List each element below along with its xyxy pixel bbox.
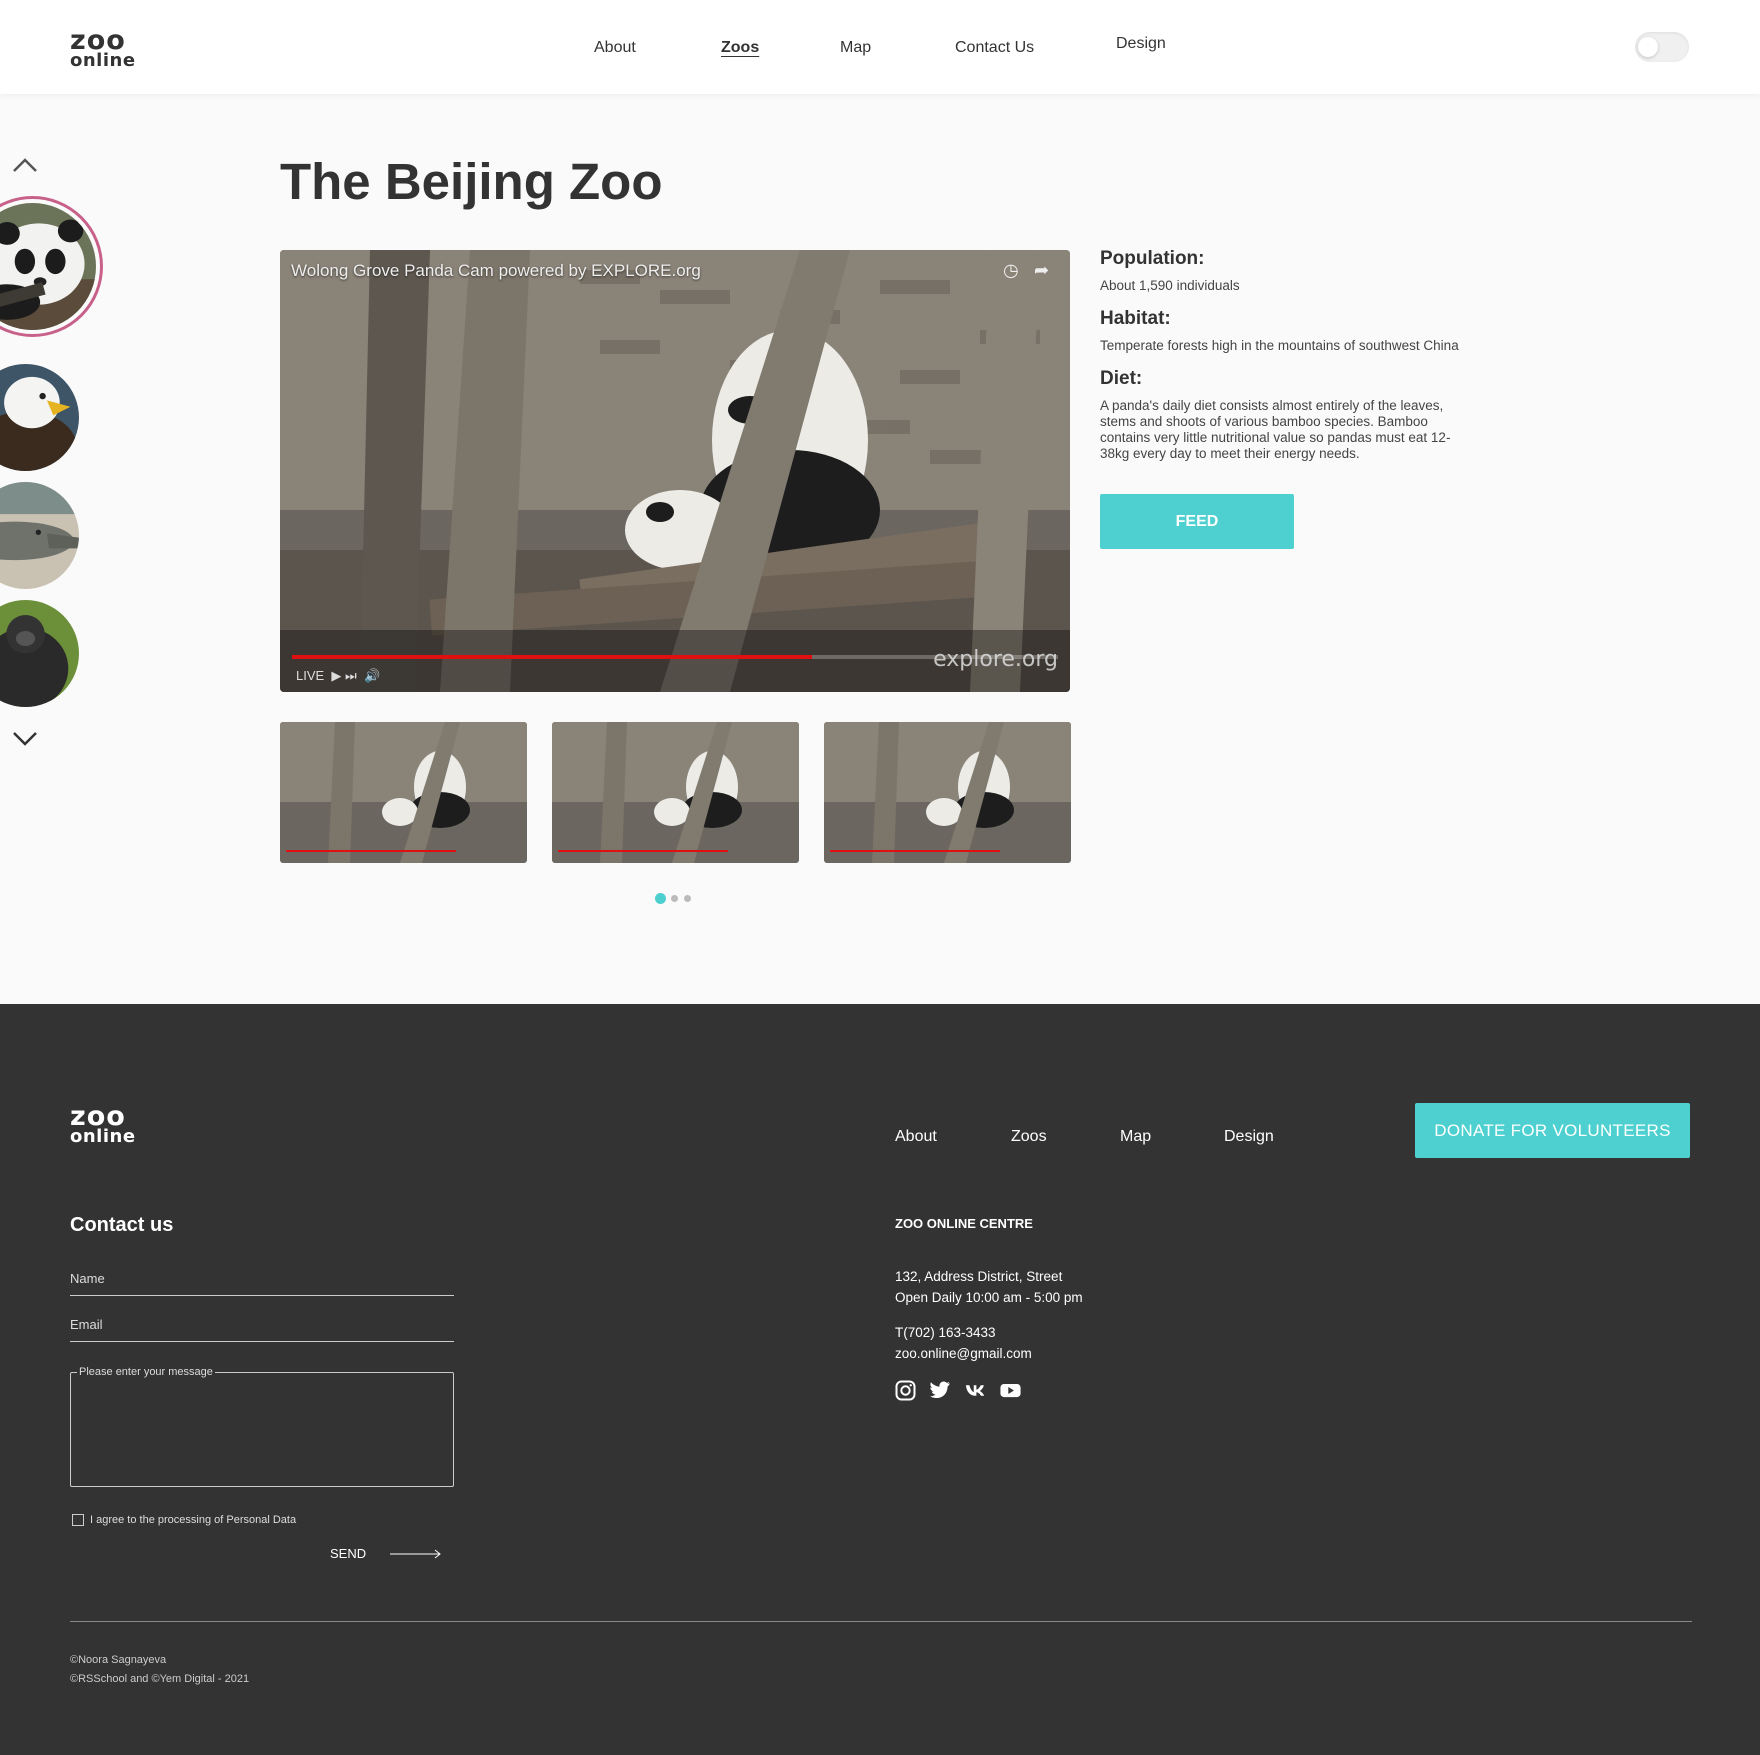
animal-gorilla[interactable] — [0, 600, 79, 707]
animal-eagle[interactable] — [0, 364, 79, 471]
play-icon[interactable]: ▶ ⏭ — [328, 668, 361, 683]
toggle-knob — [1638, 37, 1658, 57]
population-value: About 1,590 individuals — [1100, 278, 1240, 293]
nav-zoos[interactable]: Zoos — [721, 39, 759, 57]
agree-row: I agree to the processing of Personal Da… — [72, 1514, 296, 1526]
footer-nav-map[interactable]: Map — [1120, 1128, 1151, 1146]
share-icon[interactable]: ➦ — [1034, 260, 1049, 281]
video-thumbnail-1[interactable] — [280, 722, 527, 863]
diet-label: Diet: — [1100, 368, 1143, 389]
video-thumbnail-2[interactable] — [552, 722, 799, 863]
live-label: LIVE — [296, 668, 325, 683]
vk-icon[interactable] — [965, 1380, 986, 1401]
population-label: Population: — [1100, 248, 1205, 269]
address-line1: 132, Address District, Street — [895, 1269, 1063, 1284]
copyright-line2: ©RSSchool and ©Yem Digital - 2021 — [70, 1673, 250, 1685]
scroll-up-arrow-icon[interactable] — [12, 157, 38, 173]
carousel-dot-3[interactable] — [684, 895, 691, 902]
video-brand-watermark: explore.org — [933, 647, 1058, 672]
page-title: The Beijing Zoo — [280, 153, 663, 210]
agree-checkbox[interactable] — [72, 1514, 84, 1526]
centre-address: 132, Address District, Street Open Daily… — [895, 1266, 1083, 1308]
animal-alligator[interactable] — [0, 482, 79, 589]
youtube-icon[interactable] — [1000, 1380, 1021, 1401]
watch-later-icon[interactable]: ◷ — [1003, 260, 1019, 281]
arrow-right-icon — [390, 1549, 441, 1558]
contact-title: Contact us — [70, 1214, 174, 1236]
address-line2: Open Daily 10:00 am - 5:00 pm — [895, 1290, 1083, 1305]
carousel-dot-2[interactable] — [671, 895, 678, 902]
centre-contacts: T(702) 163-3433 zoo.online@gmail.com — [895, 1322, 1032, 1364]
footer-divider — [70, 1621, 1692, 1622]
centre-title: ZOO ONLINE CENTRE — [895, 1216, 1033, 1231]
theme-toggle[interactable] — [1635, 32, 1689, 62]
send-button[interactable]: SEND — [330, 1546, 442, 1561]
twitter-icon[interactable] — [930, 1380, 951, 1401]
video-thumbnail-3[interactable] — [824, 722, 1071, 863]
video-progress-bar[interactable] — [292, 655, 812, 659]
copyright-line1: ©Noora Sagnayeva — [70, 1654, 167, 1666]
name-field[interactable]: Name — [70, 1271, 454, 1296]
logo-line2: online — [70, 49, 136, 71]
nav-design[interactable]: Design — [1116, 35, 1166, 53]
animal-panda-selected[interactable] — [0, 196, 103, 337]
donate-button[interactable]: DONATE FOR VOLUNTEERS — [1415, 1103, 1690, 1158]
video-frame — [280, 250, 1070, 692]
social-icons — [895, 1380, 1021, 1401]
message-textarea[interactable]: Please enter your message — [70, 1366, 454, 1487]
video-player[interactable]: Wolong Grove Panda Cam powered by EXPLOR… — [280, 250, 1070, 692]
site-footer: zoo online About Zoos Map Design DONATE … — [0, 1004, 1760, 1755]
animal-info-panel: Population: About 1,590 individuals Habi… — [1100, 248, 1500, 476]
instagram-icon[interactable] — [895, 1380, 916, 1401]
footer-logo[interactable]: zoo online — [70, 1103, 136, 1147]
footer-nav-design[interactable]: Design — [1224, 1128, 1274, 1146]
habitat-label: Habitat: — [1100, 308, 1171, 329]
volume-icon[interactable]: 🔊 — [364, 668, 380, 683]
agree-label: I agree to the processing of Personal Da… — [90, 1514, 297, 1526]
nav-contact-us[interactable]: Contact Us — [955, 39, 1034, 57]
diet-value: A panda's daily diet consists almost ent… — [1100, 398, 1451, 461]
site-header: zoo online About Zoos Map Contact Us Des… — [0, 0, 1760, 94]
footer-logo-line2: online — [70, 1125, 136, 1147]
nav-map[interactable]: Map — [840, 39, 871, 57]
send-label: SEND — [330, 1546, 367, 1561]
phone[interactable]: T(702) 163-3433 — [895, 1322, 1032, 1343]
habitat-value: Temperate forests high in the mountains … — [1100, 338, 1459, 353]
email-link[interactable]: zoo.online@gmail.com — [895, 1343, 1032, 1364]
footer-nav-about[interactable]: About — [895, 1128, 937, 1146]
message-placeholder: Please enter your message — [77, 1366, 215, 1378]
video-live-controls[interactable]: LIVE ▶ ⏭ 🔊 — [296, 668, 380, 684]
logo[interactable]: zoo online — [70, 27, 136, 71]
email-field[interactable]: Email — [70, 1317, 454, 1342]
nav-about[interactable]: About — [594, 39, 636, 57]
feed-button[interactable]: FEED — [1100, 494, 1294, 549]
carousel-dot-1[interactable] — [655, 893, 666, 904]
footer-nav-zoos[interactable]: Zoos — [1011, 1128, 1047, 1146]
scroll-down-arrow-icon[interactable] — [12, 731, 38, 747]
video-title: Wolong Grove Panda Cam powered by EXPLOR… — [291, 261, 701, 280]
copyright: ©Noora Sagnayeva ©RSSchool and ©Yem Digi… — [70, 1651, 249, 1689]
